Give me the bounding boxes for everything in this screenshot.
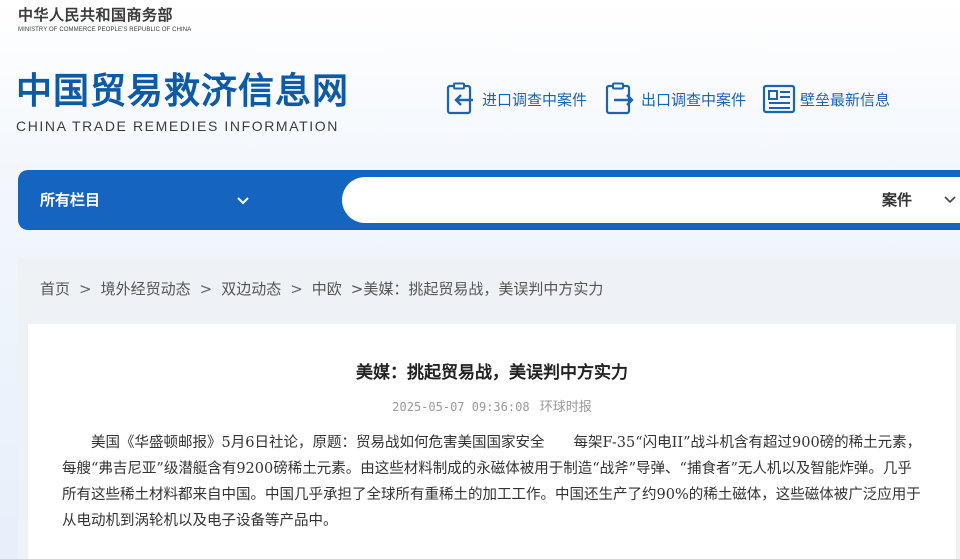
import-case-icon (444, 82, 478, 116)
breadcrumb-home[interactable]: 首页 (40, 278, 70, 299)
search-type-select[interactable]: 案件 (882, 177, 912, 223)
article-datetime: 2025-05-07 09:36:08 (392, 400, 530, 414)
content-panel: 首页 > 境外经贸动态 > 双边动态 > 中欧 >美媒：挑起贸易战，美误判中方实… (18, 258, 960, 559)
ministry-logo[interactable]: 中华人民共和国商务部 MINISTRY OF COMMERCE PEOPLE'S… (18, 4, 191, 33)
breadcrumb-current: >美媒：挑起贸易战，美误判中方实力 (350, 280, 604, 298)
article-meta: 2025-05-07 09:36:08 环球时报 (28, 396, 956, 415)
export-case-label: 出口调查中案件 (641, 90, 747, 109)
import-case-label: 进口调查中案件 (482, 90, 588, 109)
quick-links: 进口调查中案件 出口调查中案件 壁垒最新信息 (444, 82, 890, 116)
ministry-name-en: MINISTRY OF COMMERCE PEOPLE'S REPUBLIC O… (18, 27, 192, 33)
ministry-name-cn: 中华人民共和国商务部 (18, 6, 174, 24)
export-case-icon (603, 82, 637, 116)
barrier-news-label: 壁垒最新信息 (800, 90, 891, 109)
site-title-cn: 中国贸易救济信息网 (16, 71, 350, 112)
chevron-down-icon[interactable] (942, 192, 958, 208)
site-logo[interactable]: 中国贸易救济信息网 CHINA TRADE REMEDIES INFORMATI… (16, 70, 349, 134)
chevron-down-icon[interactable] (234, 192, 252, 210)
site-title-en: CHINA TRADE REMEDIES INFORMATION (16, 118, 339, 134)
breadcrumb-separator: > (290, 279, 303, 298)
search-box: 案件 (342, 177, 960, 223)
article-body: 美国《华盛顿邮报》5月6日社论，原题：贸易战如何危害美国国家安全 每架F-35“… (62, 435, 922, 529)
breadcrumb-china-eu[interactable]: 中欧 (312, 278, 342, 299)
import-case-link[interactable]: 进口调查中案件 (444, 82, 587, 116)
all-columns-menu[interactable]: 所有栏目 (40, 170, 100, 230)
barrier-news-link[interactable]: 壁垒最新信息 (762, 82, 890, 116)
article-source: 环球时报 (539, 400, 592, 415)
breadcrumb-separator: > (199, 279, 213, 298)
article: 美媒：挑起贸易战，美误判中方实力 2025-05-07 09:36:08 环球时… (28, 324, 956, 559)
export-case-link[interactable]: 出口调查中案件 (603, 82, 746, 116)
breadcrumb-overseas-trade[interactable]: 境外经贸动态 (101, 278, 191, 299)
breadcrumb-bilateral[interactable]: 双边动态 (221, 278, 281, 299)
breadcrumb: 首页 > 境外经贸动态 > 双边动态 > 中欧 >美媒：挑起贸易战，美误判中方实… (40, 278, 603, 299)
barrier-news-icon (762, 82, 796, 116)
breadcrumb-separator: > (79, 279, 92, 298)
search-input[interactable] (362, 185, 862, 215)
article-title: 美媒：挑起贸易战，美误判中方实力 (356, 363, 628, 383)
